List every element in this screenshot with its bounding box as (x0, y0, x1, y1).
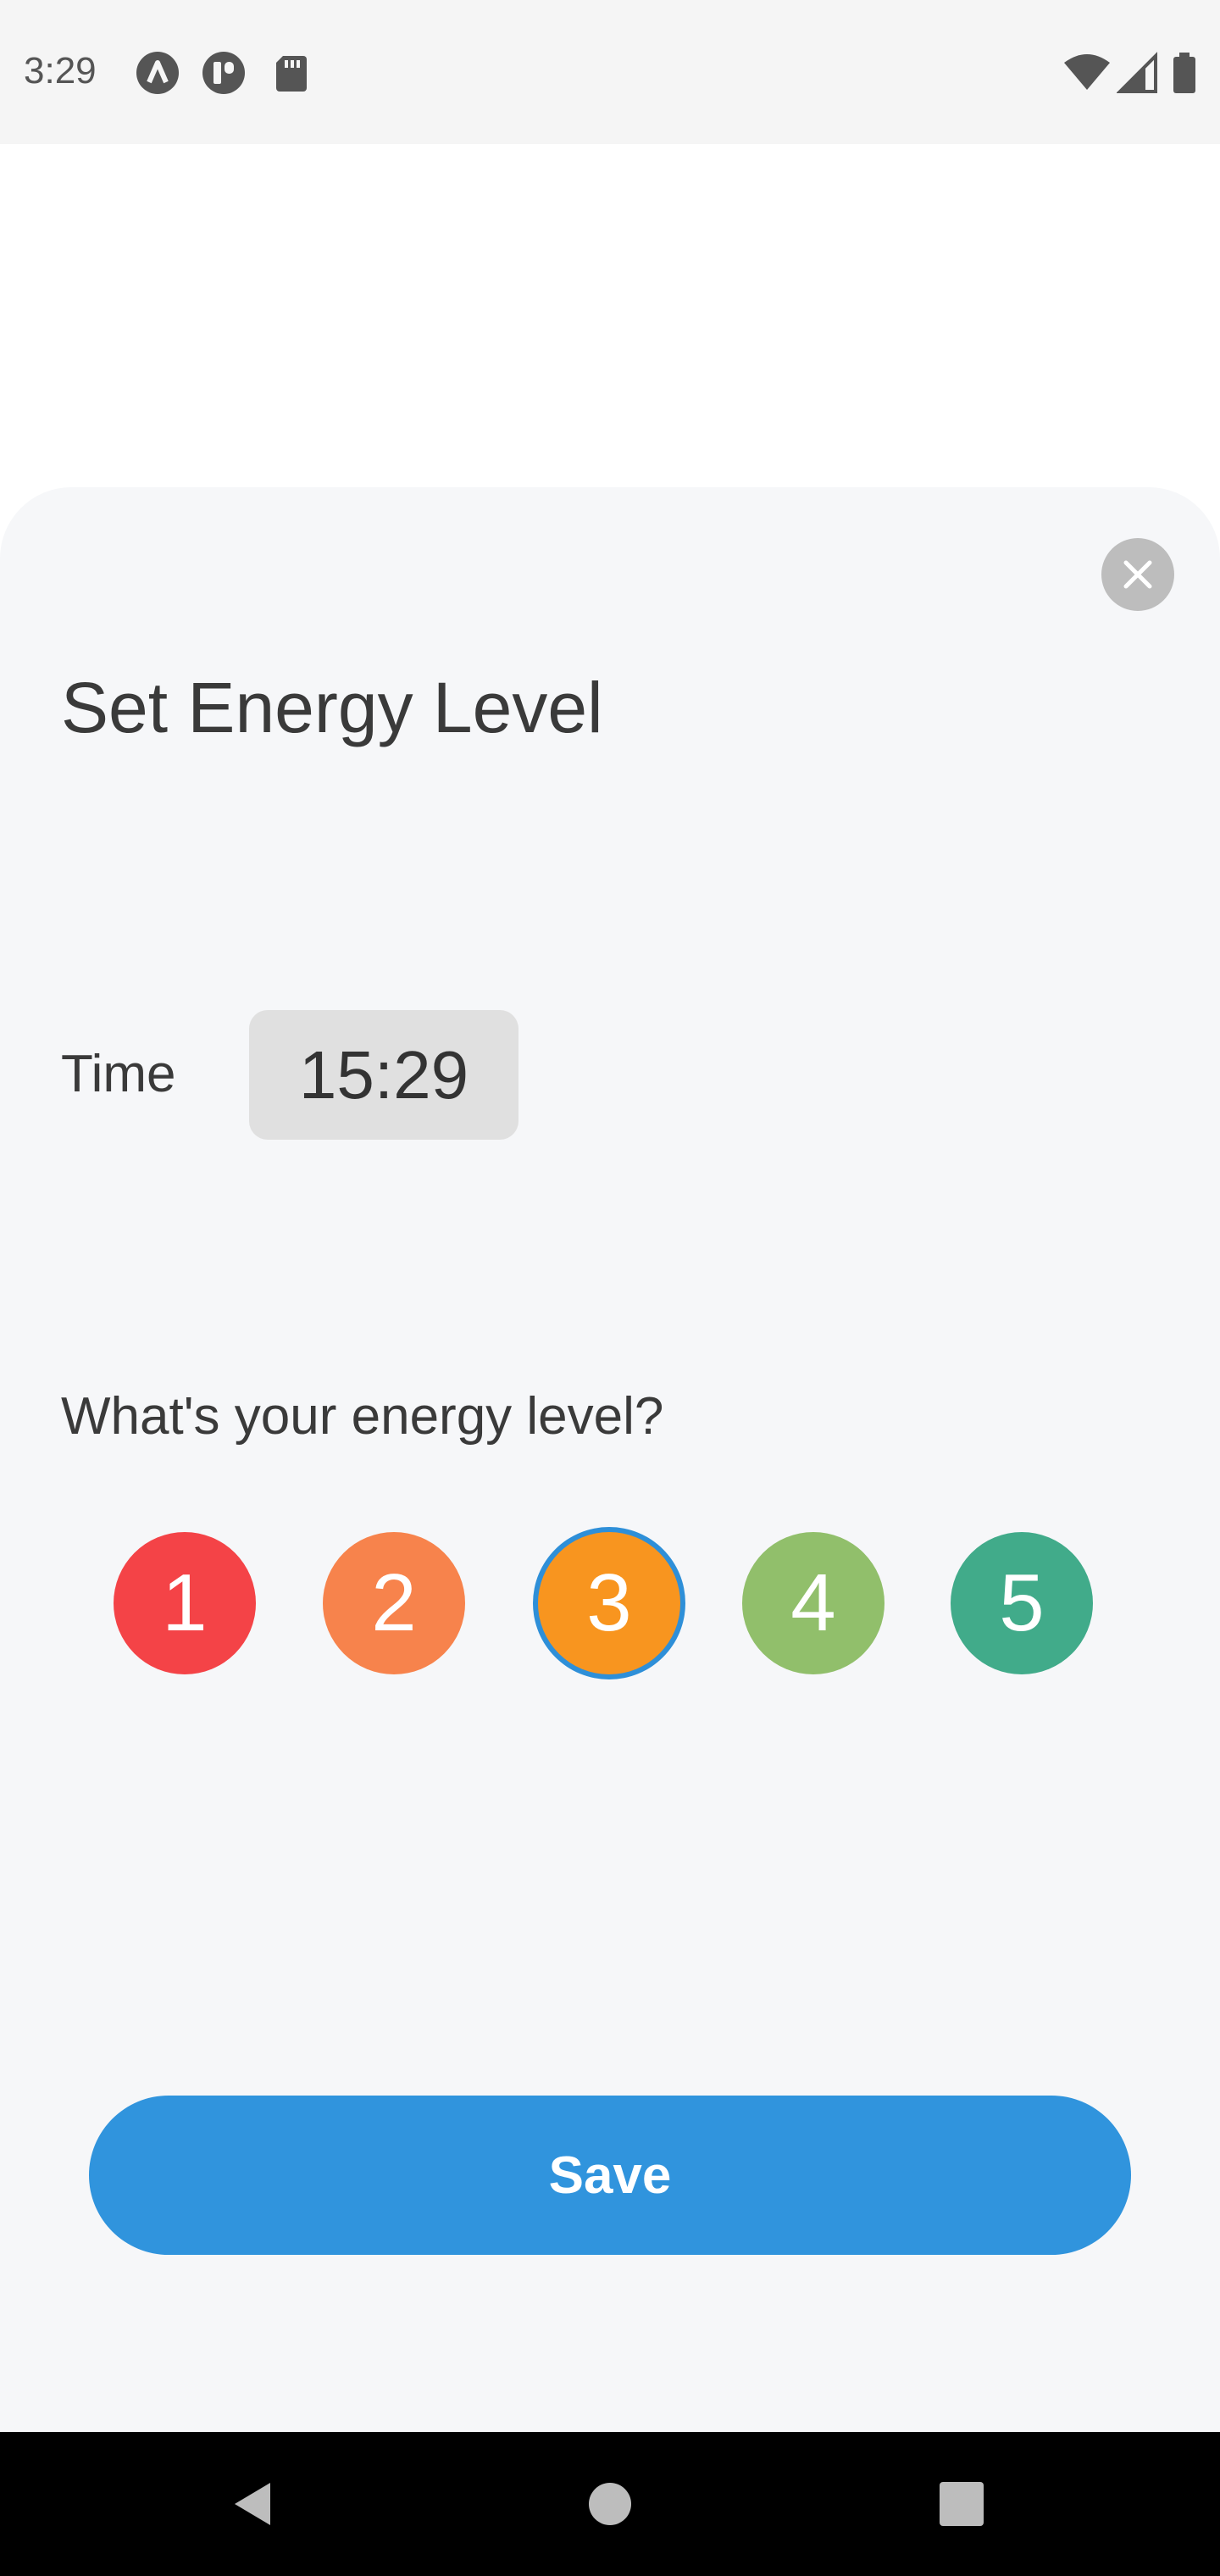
recents-icon[interactable] (923, 2466, 1000, 2542)
a-circle-icon (136, 52, 179, 94)
cellular-signal-icon (1117, 52, 1157, 93)
save-button[interactable]: Save (89, 2096, 1131, 2255)
status-bar: 3:29 (0, 0, 1220, 144)
time-picker[interactable]: 15:29 (249, 1010, 518, 1140)
navigation-bar (0, 2432, 1220, 2576)
wifi-icon (1064, 54, 1110, 90)
status-time: 3:29 (24, 50, 97, 92)
time-label: Time (61, 1045, 176, 1103)
close-icon (1123, 560, 1152, 589)
close-button[interactable] (1101, 538, 1174, 611)
battery-icon (1173, 53, 1195, 93)
energy-level-5[interactable]: 5 (951, 1532, 1093, 1674)
sheet-title: Set Energy Level (61, 668, 603, 747)
energy-level-1[interactable]: 1 (114, 1532, 256, 1674)
energy-level-4[interactable]: 4 (742, 1532, 884, 1674)
energy-level-2[interactable]: 2 (323, 1532, 465, 1674)
screen: 3:29 Set Energy Level Time 15:29 What's … (0, 0, 1220, 2576)
energy-level-3[interactable]: 3 (538, 1532, 680, 1674)
sd-card-icon (276, 56, 307, 92)
energy-question: What's your energy level? (61, 1387, 664, 1446)
home-icon[interactable] (572, 2466, 648, 2542)
pause-circle-icon (202, 52, 245, 94)
back-icon[interactable] (216, 2466, 292, 2542)
